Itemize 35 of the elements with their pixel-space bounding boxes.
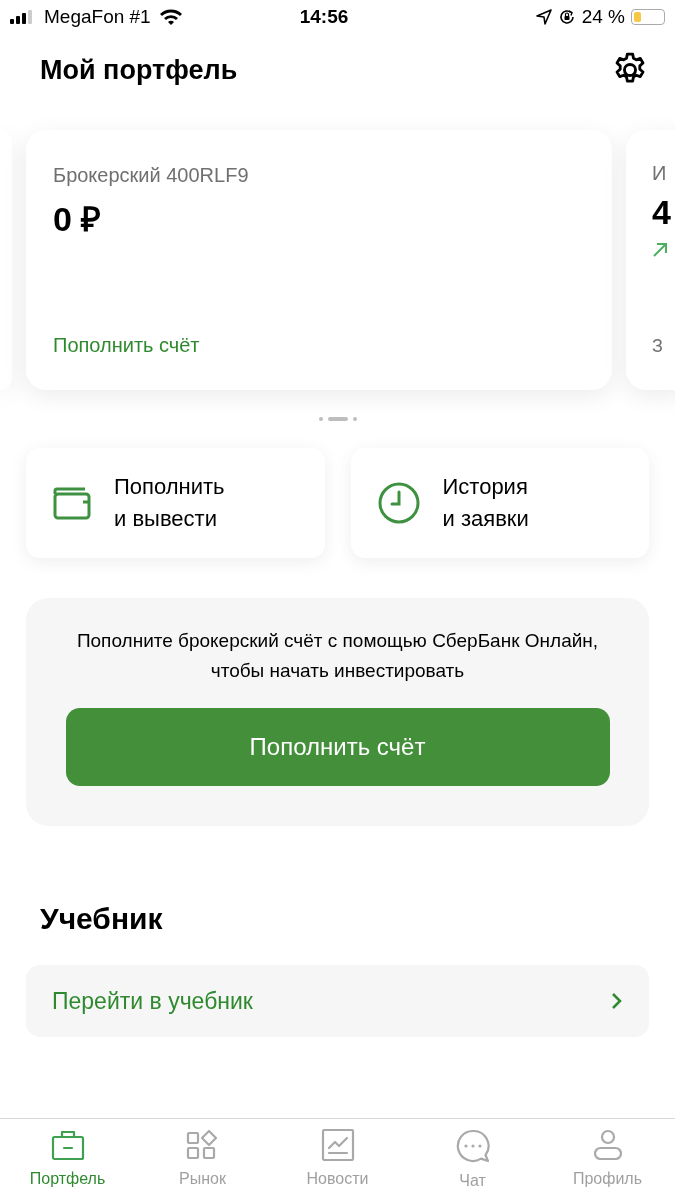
battery-icon bbox=[631, 9, 665, 25]
promo-text: Пополните брокерский счёт с помощью СберБанк Онлайн, чтобы начать инвестировать bbox=[75, 629, 600, 683]
tab-bar-item[interactable]: Чат bbox=[405, 1119, 540, 1200]
tab-bar-item[interactable]: Рынок bbox=[135, 1119, 270, 1200]
tab-bar-item[interactable]: Портфель bbox=[0, 1119, 135, 1200]
up-arrow-icon bbox=[652, 242, 668, 258]
clock-time: 14:56 bbox=[299, 4, 349, 29]
account-balance: 4 bbox=[652, 192, 672, 233]
chevron-right-icon bbox=[611, 992, 623, 1010]
top-up-link[interactable]: Пополнить счёт bbox=[53, 330, 200, 360]
rotation-lock-icon bbox=[557, 8, 576, 26]
top-up-button[interactable]: Пополнить счёт bbox=[65, 708, 610, 786]
page-title: Мой портфель bbox=[40, 53, 238, 87]
wifi-icon bbox=[158, 8, 183, 26]
tab-bar-item[interactable]: Профиль bbox=[540, 1119, 675, 1200]
action-button[interactable]: История и заявки bbox=[350, 448, 649, 558]
briefcase-icon bbox=[50, 1129, 85, 1161]
tutorial-link[interactable]: Перейти в учебник bbox=[26, 965, 649, 1037]
account-balance: 0 ₽ bbox=[53, 199, 103, 240]
section-title: Учебник bbox=[39, 901, 164, 937]
account-card[interactable]: Брокерский 400RLF9 0 ₽ Пополнить счёт bbox=[26, 130, 612, 390]
action-button[interactable]: Пополнить и вывести bbox=[26, 448, 325, 558]
account-title: Брокерский 400RLF9 bbox=[53, 163, 250, 188]
wallet-icon bbox=[52, 486, 92, 520]
chart-document-icon bbox=[320, 1129, 355, 1161]
account-card[interactable]: И 4 З bbox=[626, 130, 675, 390]
battery-percent: 24 % bbox=[581, 4, 625, 29]
tab-bar-item[interactable]: Новости bbox=[270, 1119, 405, 1200]
location-icon bbox=[535, 9, 552, 25]
clock-icon bbox=[376, 481, 421, 525]
carrier-name: MegaFon #1 bbox=[44, 4, 151, 29]
account-title: И bbox=[652, 161, 668, 186]
account-note: З bbox=[652, 335, 664, 358]
chat-icon bbox=[455, 1129, 490, 1163]
shapes-icon bbox=[185, 1129, 220, 1161]
